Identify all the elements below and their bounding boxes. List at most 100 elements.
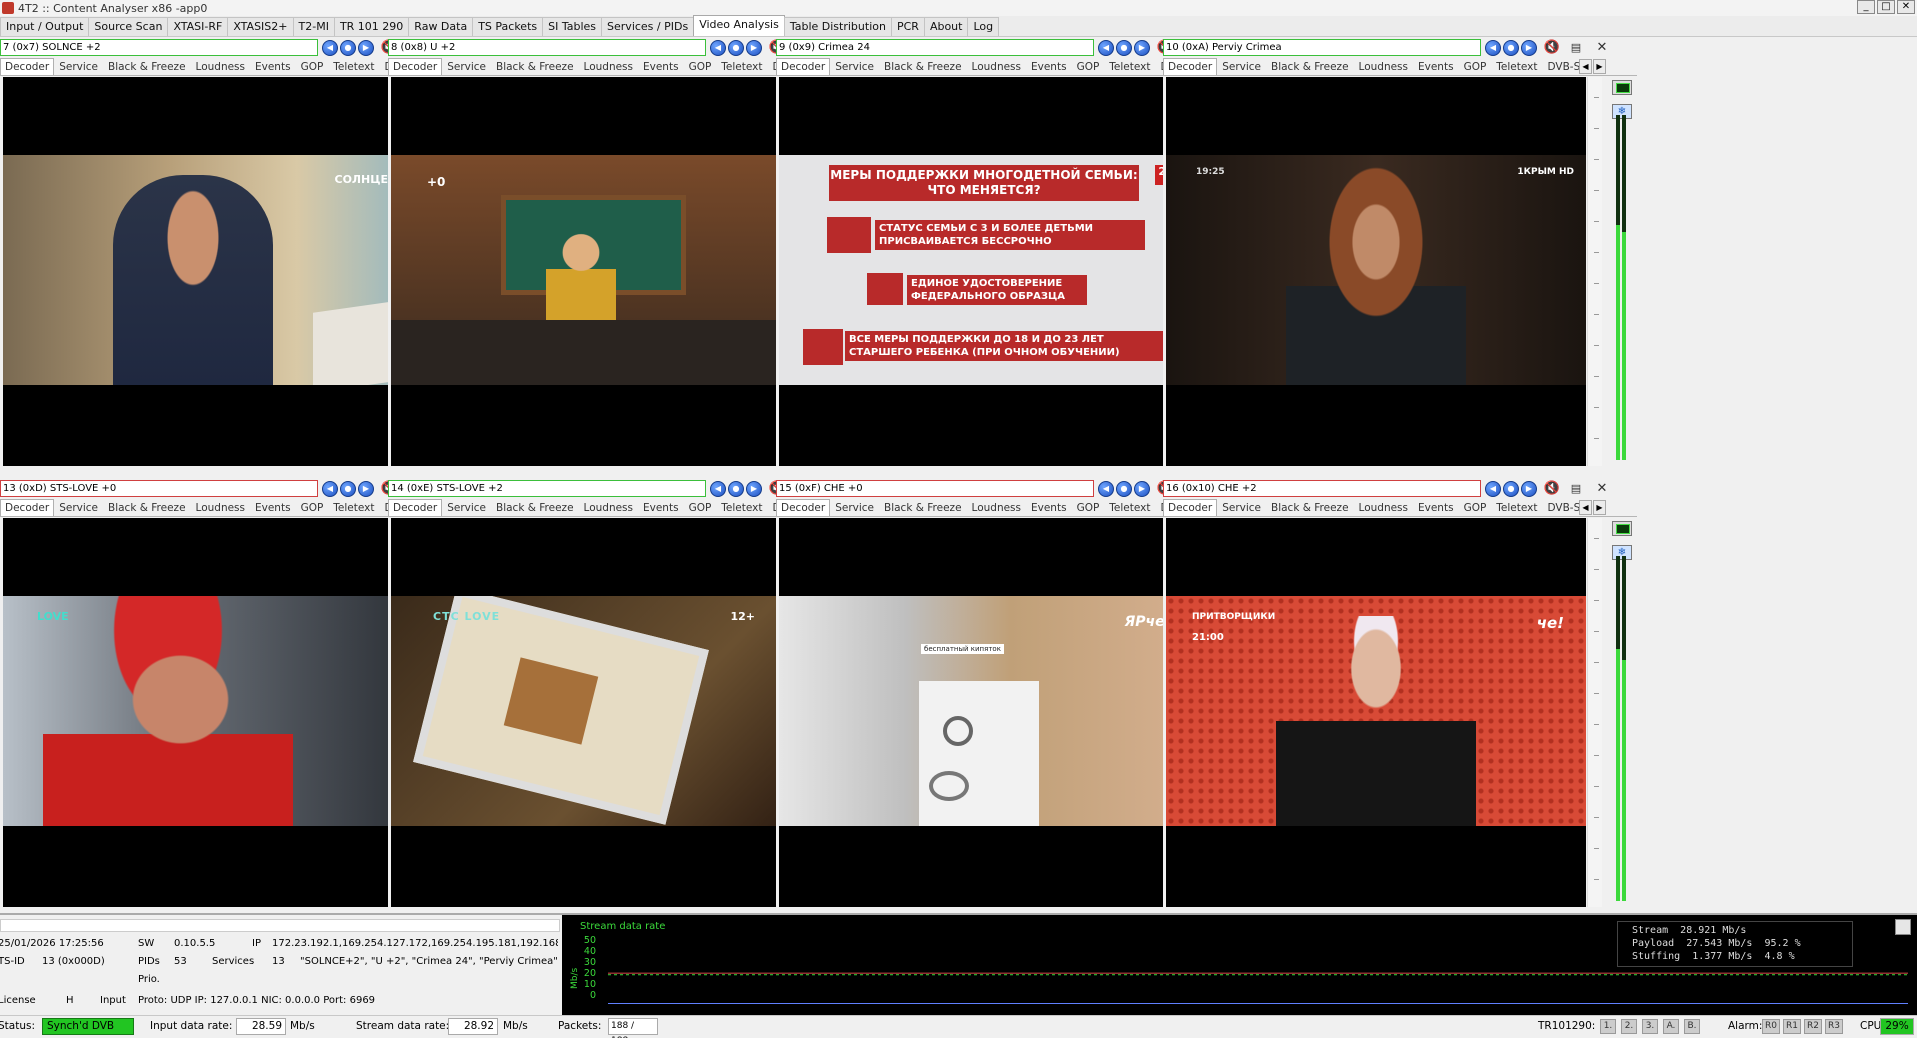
- prev-service-icon[interactable]: ◀: [1485, 40, 1501, 56]
- audio-mute-icon[interactable]: 🔇: [1541, 39, 1563, 57]
- service-selector[interactable]: 10 (0xA) Perviy Crimea: [1163, 39, 1481, 56]
- tab-raw-data[interactable]: Raw Data: [408, 17, 474, 36]
- subtab-events[interactable]: Events: [638, 58, 684, 75]
- subtab-right-arrow[interactable]: ▶: [1593, 59, 1606, 74]
- video-scrollbar[interactable]: [1587, 518, 1602, 907]
- subtab-teletext[interactable]: Teletext: [328, 58, 379, 75]
- tab-tr-101-290[interactable]: TR 101 290: [333, 17, 410, 36]
- minimize-button[interactable]: _: [1857, 0, 1875, 14]
- next-service-icon[interactable]: ▶: [1134, 40, 1150, 56]
- subtab-decoder[interactable]: Decoder: [776, 58, 831, 75]
- subtab-service[interactable]: Service: [54, 58, 103, 75]
- audio-mute-icon[interactable]: 🔇: [1541, 480, 1563, 498]
- service-selector[interactable]: 8 (0x8) U +2: [388, 39, 706, 56]
- subtab-service[interactable]: Service: [830, 499, 879, 516]
- service-selector[interactable]: 7 (0x7) SOLNCE +2: [0, 39, 318, 56]
- subtab-events[interactable]: Events: [250, 499, 296, 516]
- tools-icon[interactable]: ✕: [1591, 480, 1613, 498]
- subtab-events[interactable]: Events: [250, 58, 296, 75]
- tools-icon[interactable]: ✕: [1591, 39, 1613, 57]
- subtab-black-freeze[interactable]: Black & Freeze: [103, 499, 191, 516]
- subtab-decoder[interactable]: Decoder: [1163, 58, 1218, 75]
- refresh-icon[interactable]: ●: [728, 481, 744, 497]
- subtab-teletext[interactable]: Teletext: [1104, 58, 1155, 75]
- prev-service-icon[interactable]: ◀: [710, 40, 726, 56]
- subtab-teletext[interactable]: Teletext: [1104, 499, 1155, 516]
- subtab-loudness[interactable]: Loudness: [1354, 58, 1413, 75]
- close-button[interactable]: ✕: [1897, 0, 1915, 14]
- tab-ts-packets[interactable]: TS Packets: [472, 17, 544, 36]
- tab-about[interactable]: About: [923, 17, 969, 36]
- keyboard-icon[interactable]: ▤: [1565, 480, 1587, 498]
- service-selector[interactable]: 16 (0x10) CHE +2: [1163, 480, 1481, 497]
- prev-service-icon[interactable]: ◀: [322, 481, 338, 497]
- subtab-gop[interactable]: GOP: [296, 499, 329, 516]
- subtab-events[interactable]: Events: [1413, 58, 1459, 75]
- refresh-icon[interactable]: ●: [1503, 40, 1519, 56]
- tab-pcr[interactable]: PCR: [890, 17, 925, 36]
- tab-xtasi-rf[interactable]: XTASI-RF: [167, 17, 229, 36]
- next-service-icon[interactable]: ▶: [358, 40, 374, 56]
- prev-service-icon[interactable]: ◀: [1485, 481, 1501, 497]
- tab-xtasis2[interactable]: XTASIS2+: [227, 17, 294, 36]
- next-service-icon[interactable]: ▶: [1134, 481, 1150, 497]
- subtab-gop[interactable]: GOP: [684, 499, 717, 516]
- subtab-gop[interactable]: GOP: [684, 58, 717, 75]
- subtab-right-arrow[interactable]: ▶: [1593, 500, 1606, 515]
- tab-source-scan[interactable]: Source Scan: [88, 17, 169, 36]
- subtab-black-freeze[interactable]: Black & Freeze: [1266, 499, 1354, 516]
- next-service-icon[interactable]: ▶: [1521, 481, 1537, 497]
- tab-video-analysis[interactable]: Video Analysis: [693, 15, 785, 36]
- subtab-black-freeze[interactable]: Black & Freeze: [879, 499, 967, 516]
- next-service-icon[interactable]: ▶: [746, 481, 762, 497]
- subtab-decoder[interactable]: Decoder: [776, 499, 831, 516]
- subtab-service[interactable]: Service: [1217, 58, 1266, 75]
- next-service-icon[interactable]: ▶: [746, 40, 762, 56]
- keyboard-icon[interactable]: ▤: [1565, 39, 1587, 57]
- refresh-icon[interactable]: ●: [340, 40, 356, 56]
- subtab-teletext[interactable]: Teletext: [716, 499, 767, 516]
- subtab-left-arrow[interactable]: ◀: [1579, 59, 1592, 74]
- subtab-teletext[interactable]: Teletext: [1491, 58, 1542, 75]
- service-selector[interactable]: 15 (0xF) CHE +0: [776, 480, 1094, 497]
- subtab-loudness[interactable]: Loudness: [967, 499, 1026, 516]
- prev-service-icon[interactable]: ◀: [322, 40, 338, 56]
- subtab-events[interactable]: Events: [1413, 499, 1459, 516]
- video-scrollbar[interactable]: [1587, 77, 1602, 466]
- service-selector[interactable]: 9 (0x9) Crimea 24: [776, 39, 1094, 56]
- subtab-decoder[interactable]: Decoder: [0, 499, 55, 516]
- tab-services-pids[interactable]: Services / PIDs: [601, 17, 695, 36]
- refresh-icon[interactable]: ●: [1116, 40, 1132, 56]
- subtab-events[interactable]: Events: [638, 499, 684, 516]
- subtab-service[interactable]: Service: [830, 58, 879, 75]
- screenshot-icon[interactable]: [1612, 521, 1632, 536]
- subtab-events[interactable]: Events: [1026, 499, 1072, 516]
- graph-settings-icon[interactable]: [1895, 919, 1911, 935]
- tab-table-distribution[interactable]: Table Distribution: [783, 17, 892, 36]
- subtab-black-freeze[interactable]: Black & Freeze: [103, 58, 191, 75]
- subtab-loudness[interactable]: Loudness: [967, 58, 1026, 75]
- subtab-decoder[interactable]: Decoder: [1163, 499, 1218, 516]
- subtab-loudness[interactable]: Loudness: [191, 58, 250, 75]
- tab-input-output[interactable]: Input / Output: [0, 17, 90, 36]
- prev-service-icon[interactable]: ◀: [710, 481, 726, 497]
- subtab-service[interactable]: Service: [54, 499, 103, 516]
- subtab-black-freeze[interactable]: Black & Freeze: [879, 58, 967, 75]
- subtab-events[interactable]: Events: [1026, 58, 1072, 75]
- subtab-gop[interactable]: GOP: [1072, 58, 1105, 75]
- service-selector[interactable]: 14 (0xE) STS-LOVE +2: [388, 480, 706, 497]
- subtab-black-freeze[interactable]: Black & Freeze: [491, 58, 579, 75]
- subtab-left-arrow[interactable]: ◀: [1579, 500, 1592, 515]
- subtab-black-freeze[interactable]: Black & Freeze: [491, 499, 579, 516]
- prev-service-icon[interactable]: ◀: [1098, 481, 1114, 497]
- subtab-loudness[interactable]: Loudness: [1354, 499, 1413, 516]
- next-service-icon[interactable]: ▶: [358, 481, 374, 497]
- subtab-service[interactable]: Service: [1217, 499, 1266, 516]
- service-selector[interactable]: 13 (0xD) STS-LOVE +0: [0, 480, 318, 497]
- subtab-service[interactable]: Service: [442, 499, 491, 516]
- subtab-loudness[interactable]: Loudness: [579, 58, 638, 75]
- subtab-teletext[interactable]: Teletext: [1491, 499, 1542, 516]
- subtab-gop[interactable]: GOP: [1459, 58, 1492, 75]
- subtab-gop[interactable]: GOP: [296, 58, 329, 75]
- tab-log[interactable]: Log: [967, 17, 1000, 36]
